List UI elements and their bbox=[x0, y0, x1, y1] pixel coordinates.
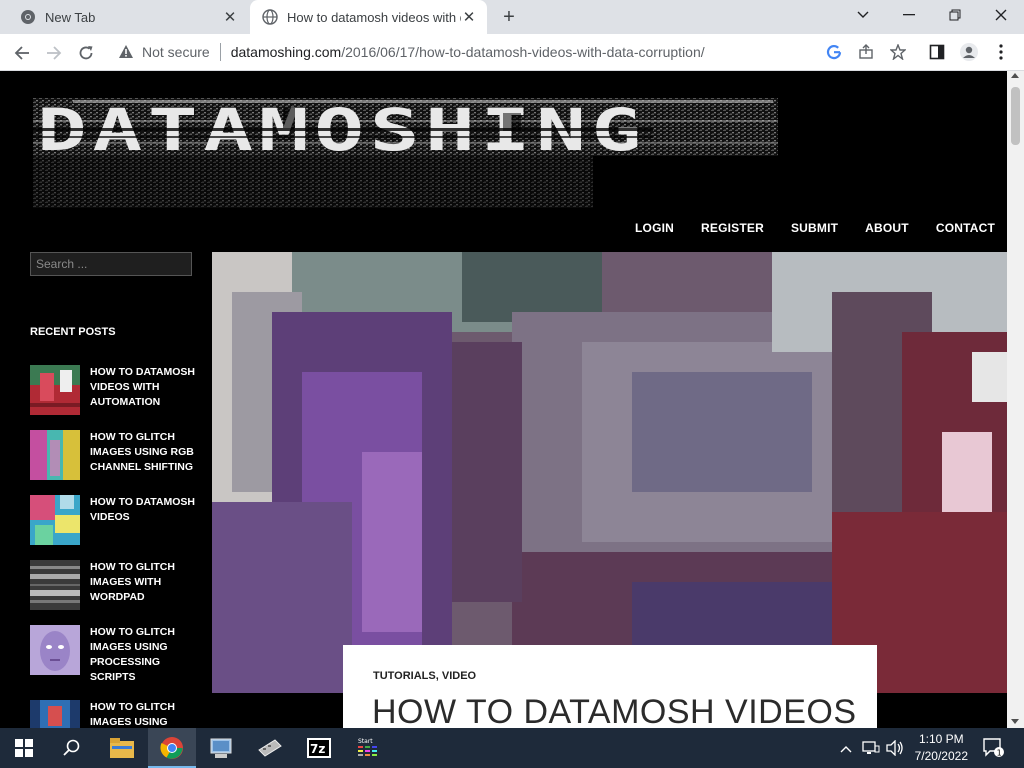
chevron-up-icon[interactable] bbox=[840, 740, 852, 756]
post-thumbnail[interactable] bbox=[30, 495, 80, 545]
article-headline: HOW TO DATAMOSH VIDEOS bbox=[372, 693, 857, 728]
nav-login[interactable]: LOGIN bbox=[635, 221, 674, 235]
web-page: DATAMOSHING LOGIN REGISTER SUBMIT ABOUT … bbox=[0, 71, 1007, 728]
recent-post-item[interactable]: HOW TO DATAMOSH VIDEOS bbox=[30, 495, 195, 545]
back-arrow-icon[interactable] bbox=[8, 39, 36, 67]
volume-icon[interactable] bbox=[886, 739, 904, 759]
search-icon[interactable] bbox=[48, 728, 96, 768]
scroll-up-icon[interactable] bbox=[1011, 73, 1019, 78]
category-link-tutorials[interactable]: TUTORIALS bbox=[373, 670, 436, 682]
bookmark-star-icon[interactable] bbox=[887, 41, 909, 63]
post-thumbnail[interactable] bbox=[30, 625, 80, 675]
featured-image[interactable] bbox=[212, 252, 1007, 693]
category-link-video[interactable]: VIDEO bbox=[442, 670, 476, 682]
article-categories: TUTORIALS, VIDEO bbox=[373, 670, 476, 682]
browser-tab-strip: New Tab ✕ How to datamosh videos with da… bbox=[0, 0, 1024, 34]
profile-avatar-icon[interactable] bbox=[958, 41, 980, 63]
post-title[interactable]: HOW TO GLITCH IMAGES USING RGB CHANNEL S… bbox=[90, 430, 195, 480]
warning-icon bbox=[119, 45, 133, 58]
tab-title: New Tab bbox=[45, 9, 96, 25]
recent-post-item[interactable]: HOW TO GLITCH IMAGES WITH WORDPAD bbox=[30, 560, 195, 610]
chrome-icon bbox=[21, 10, 35, 24]
tab-new-tab[interactable]: New Tab ✕ bbox=[8, 0, 248, 34]
nav-submit[interactable]: SUBMIT bbox=[791, 221, 838, 235]
post-title[interactable]: HOW TO GLITCH IMAGES USING PROCESSING SC… bbox=[90, 625, 195, 685]
globe-icon bbox=[262, 9, 278, 25]
file-explorer-icon[interactable] bbox=[98, 728, 146, 768]
url-host: datamoshing.com bbox=[230, 44, 342, 60]
tab-close-icon[interactable]: ✕ bbox=[222, 9, 238, 26]
recent-posts-heading: RECENT POSTS bbox=[30, 326, 116, 338]
recent-post-item[interactable]: HOW TO DATAMOSH VIDEOS WITH AUTOMATION bbox=[30, 365, 195, 415]
post-thumbnail[interactable] bbox=[30, 430, 80, 480]
keyboard-app-icon[interactable] bbox=[246, 728, 294, 768]
recent-post-item[interactable]: HOW TO GLITCH IMAGES USING bbox=[30, 700, 195, 728]
not-secure-label: Not secure bbox=[142, 44, 210, 60]
minimize-icon[interactable] bbox=[886, 0, 932, 30]
kebab-menu-icon[interactable] bbox=[990, 41, 1012, 63]
post-title[interactable]: HOW TO DATAMOSH VIDEOS bbox=[90, 495, 195, 545]
post-title[interactable]: HOW TO GLITCH IMAGES USING bbox=[90, 700, 195, 728]
google-icon[interactable] bbox=[823, 41, 845, 63]
7zip-icon[interactable]: 7z bbox=[295, 728, 343, 768]
site-top-nav: LOGIN REGISTER SUBMIT ABOUT CONTACT bbox=[608, 221, 995, 235]
recent-post-item[interactable]: HOW TO GLITCH IMAGES USING RGB CHANNEL S… bbox=[30, 430, 195, 480]
clock-time: 1:10 PM bbox=[918, 732, 964, 746]
post-title[interactable]: HOW TO GLITCH IMAGES WITH WORDPAD bbox=[90, 560, 195, 610]
nav-register[interactable]: REGISTER bbox=[701, 221, 764, 235]
network-icon[interactable] bbox=[862, 740, 880, 759]
new-tab-button[interactable]: + bbox=[497, 6, 521, 28]
site-logo[interactable]: DATAMOSHING bbox=[33, 98, 778, 208]
post-thumbnail[interactable] bbox=[30, 365, 80, 415]
url-divider bbox=[219, 43, 221, 61]
page-scrollbar[interactable] bbox=[1007, 71, 1024, 728]
side-panel-icon[interactable] bbox=[926, 41, 948, 63]
start-menu-app-icon[interactable]: Start bbox=[344, 728, 392, 768]
url-path: /2016/06/17/how-to-datamosh-videos-with-… bbox=[341, 44, 705, 60]
post-thumbnail[interactable] bbox=[30, 560, 80, 610]
start-app-label: Start bbox=[358, 738, 373, 745]
tab-search-icon[interactable] bbox=[840, 0, 886, 30]
tab-title: How to datamosh videos with da bbox=[287, 9, 461, 25]
windows-start-icon[interactable] bbox=[0, 728, 48, 768]
recent-post-item[interactable]: HOW TO GLITCH IMAGES USING PROCESSING SC… bbox=[30, 625, 195, 685]
address-bar[interactable]: Not secure datamoshing.com/2016/06/17/ho… bbox=[108, 37, 918, 67]
scroll-down-icon[interactable] bbox=[1011, 719, 1019, 724]
clock-date: 7/20/2022 bbox=[914, 749, 968, 763]
nav-about[interactable]: ABOUT bbox=[865, 221, 909, 235]
reload-icon[interactable] bbox=[72, 39, 100, 67]
tab-datamosh[interactable]: How to datamosh videos with da ✕ bbox=[250, 0, 487, 34]
close-window-icon[interactable] bbox=[978, 0, 1024, 30]
browser-toolbar: Not secure datamoshing.com/2016/06/17/ho… bbox=[0, 34, 1024, 71]
control-panel-icon[interactable] bbox=[197, 728, 245, 768]
system-clock[interactable]: 1:10 PM 7/20/2022 bbox=[915, 731, 968, 765]
svg-text:7z: 7z bbox=[310, 742, 325, 756]
notification-center-icon[interactable]: 1 bbox=[983, 738, 1005, 761]
windows-taskbar: 7z Start 1:10 PM 7/20/2022 1 bbox=[0, 728, 1024, 768]
forward-arrow-icon[interactable] bbox=[40, 39, 68, 67]
scrollbar-thumb[interactable] bbox=[1011, 87, 1020, 145]
post-thumbnail[interactable] bbox=[30, 700, 80, 728]
notification-count: 1 bbox=[997, 749, 1002, 758]
nav-contact[interactable]: CONTACT bbox=[936, 221, 995, 235]
tab-close-icon[interactable]: ✕ bbox=[461, 9, 477, 26]
share-icon[interactable] bbox=[855, 41, 877, 63]
chrome-taskbar-icon[interactable] bbox=[148, 728, 196, 768]
post-title[interactable]: HOW TO DATAMOSH VIDEOS WITH AUTOMATION bbox=[90, 365, 195, 415]
search-input[interactable]: Search ... bbox=[30, 252, 192, 276]
restore-icon[interactable] bbox=[932, 0, 978, 30]
